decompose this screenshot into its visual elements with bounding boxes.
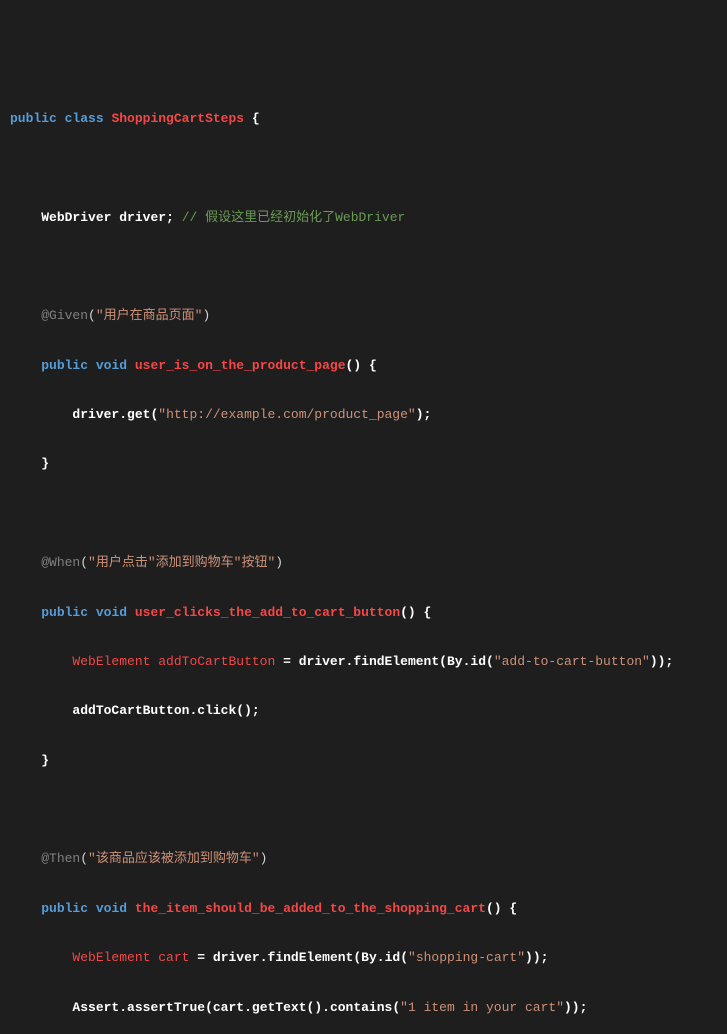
code-line-16: @Then("该商品应该被添加到购物车") [10,847,717,872]
code-line-2 [10,156,717,181]
code-line-9 [10,502,717,527]
code-line-1: public class ShoppingCartSteps { [10,107,717,132]
code-line-12: WebElement addToCartButton = driver.find… [10,650,717,675]
code-line-5: @Given("用户在商品页面") [10,304,717,329]
code-line-7: driver.get("http://example.com/product_p… [10,403,717,428]
code-line-17: public void the_item_should_be_added_to_… [10,897,717,922]
code-line-18: WebElement cart = driver.findElement(By.… [10,946,717,971]
code-line-19: Assert.assertTrue(cart.getText().contain… [10,996,717,1021]
code-line-6: public void user_is_on_the_product_page(… [10,354,717,379]
code-line-4 [10,255,717,280]
code-line-3: WebDriver driver; // 假设这里已经初始化了WebDriver [10,206,717,231]
code-line-13: addToCartButton.click(); [10,699,717,724]
code-line-14: } [10,749,717,774]
code-editor[interactable]: public class ShoppingCartSteps { WebDriv… [10,107,717,1034]
code-line-15 [10,798,717,823]
code-line-8: } [10,452,717,477]
code-line-10: @When("用户点击"添加到购物车"按钮") [10,551,717,576]
code-line-11: public void user_clicks_the_add_to_cart_… [10,601,717,626]
